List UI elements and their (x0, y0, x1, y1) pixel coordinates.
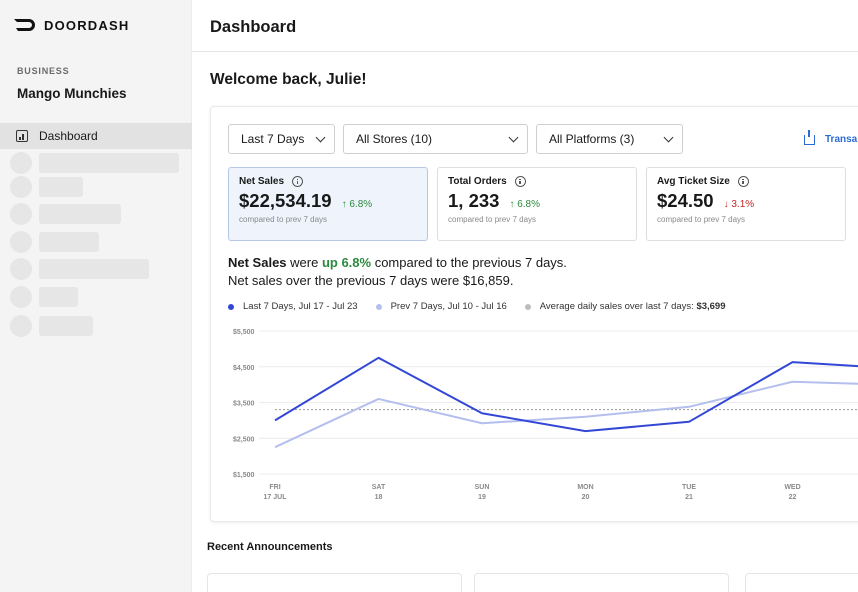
platforms-value: All Platforms (3) (549, 132, 635, 146)
transactions-download-link[interactable]: Transa (804, 129, 858, 145)
sidebar-item-placeholder (10, 315, 93, 337)
app: DOORDASH BUSINESS Mango Munchies Dashboa… (0, 0, 858, 592)
platforms-select[interactable]: All Platforms (3) (536, 124, 683, 154)
x-tick-date: 19 (478, 494, 486, 501)
top-bar: Dashboard (192, 0, 858, 52)
logo-text: DOORDASH (44, 17, 130, 33)
metric-value: $24.50 (657, 190, 714, 211)
transactions-link-label: Transa (825, 134, 858, 145)
metric-subtext: compared to prev 7 days (239, 215, 328, 224)
x-tick-label: SAT (372, 484, 386, 491)
y-tick-label: $2,500 (233, 436, 255, 443)
sidebar-item-label: Dashboard (39, 129, 98, 143)
sales-panel: Last 7 Days All Stores (10) All Platform… (210, 106, 858, 522)
x-tick-date: 18 (375, 494, 383, 501)
chevron-down-icon (508, 132, 519, 143)
x-tick-date: 22 (789, 494, 797, 501)
x-tick-date: 21 (685, 494, 693, 501)
stores-value: All Stores (10) (356, 132, 433, 146)
y-tick-label: $3,500 (233, 401, 255, 408)
sidebar-item-placeholder (10, 258, 149, 280)
x-tick-date: 17 JUL (264, 494, 288, 501)
summary-change: up 6.8% (321, 255, 372, 270)
legend-average-value: $3,699 (696, 301, 726, 312)
x-tick-label: MON (577, 484, 593, 491)
sidebar-item-placeholder (10, 286, 78, 308)
legend-label: Prev 7 Days, Jul 10 - Jul 16 (390, 301, 507, 312)
welcome-heading: Welcome back, Julie! (210, 71, 367, 88)
summary-were: were (286, 255, 322, 270)
chart-legend: Last 7 Days, Jul 17 - Jul 23 Prev 7 Days… (228, 301, 744, 312)
chart-bars-icon (16, 130, 28, 142)
x-tick-label: WED (784, 484, 800, 491)
sales-summary: Net Sales were up 6.8% compared to the p… (228, 254, 567, 290)
series-line-previous (274, 380, 858, 449)
sidebar-item-placeholder (10, 203, 121, 225)
series-line-current (274, 356, 858, 433)
legend-item-average: Average daily sales over last 7 days: $3… (524, 301, 726, 312)
legend-item-previous[interactable]: Prev 7 Days, Jul 10 - Jul 16 (375, 301, 507, 312)
metric-subtext: compared to prev 7 days (657, 215, 746, 224)
business-label: BUSINESS (17, 66, 70, 76)
info-icon[interactable] (514, 176, 526, 187)
date-range-select[interactable]: Last 7 Days (228, 124, 335, 154)
x-tick-label: TUE (682, 484, 696, 491)
announcement-card[interactable] (745, 573, 858, 592)
y-tick-label: $5,500 (233, 329, 255, 336)
summary-rest: compared to the previous 7 days. (371, 255, 567, 270)
page-title: Dashboard (210, 18, 297, 36)
chevron-down-icon (663, 132, 674, 143)
recent-announcements-heading: Recent Announcements (207, 541, 333, 553)
metric-card-total-orders[interactable]: Total Orders 1, 233 ↑ 6.8% compared to p… (437, 167, 637, 241)
sidebar-item-dashboard[interactable]: Dashboard (0, 123, 192, 149)
sidebar-item-placeholder (10, 152, 179, 174)
y-tick-label: $1,500 (233, 472, 255, 479)
business-name[interactable]: Mango Munchies (17, 86, 127, 101)
info-icon[interactable] (292, 176, 304, 187)
sidebar-item-placeholder (10, 231, 99, 253)
legend-item-current[interactable]: Last 7 Days, Jul 17 - Jul 23 (228, 301, 358, 312)
metric-label: Avg Ticket Size (657, 176, 730, 187)
metric-label: Total Orders (448, 176, 507, 187)
metric-label: Net Sales (239, 176, 285, 187)
metric-card-net-sales[interactable]: Net Sales $22,534.19 ↑ 6.8% compared to … (228, 167, 428, 241)
summary-bold: Net Sales (228, 255, 287, 270)
sidebar-item-placeholder (10, 176, 83, 198)
announcement-card[interactable] (474, 573, 729, 592)
metric-change: ↓ 3.1% (723, 199, 755, 210)
stores-select[interactable]: All Stores (10) (343, 124, 528, 154)
metric-subtext: compared to prev 7 days (448, 215, 537, 224)
chevron-down-icon (315, 132, 326, 143)
main-content: Dashboard Welcome back, Julie! Last 7 Da… (192, 0, 858, 592)
download-icon (804, 129, 815, 145)
legend-label: Average daily sales over last 7 days: (539, 301, 694, 312)
y-tick-label: $4,500 (233, 365, 255, 372)
x-tick-date: 20 (582, 494, 590, 501)
metric-change: ↑ 6.8% (509, 199, 541, 210)
info-icon[interactable] (737, 176, 749, 187)
legend-dot (375, 303, 382, 310)
date-range-value: Last 7 Days (241, 132, 305, 146)
net-sales-line-chart: $5,500 $4,500 $3,500 $2,500 $1,500 FRI 17 JUL S… (233, 329, 858, 501)
doordash-logo[interactable]: DOORDASH (14, 17, 129, 33)
metric-card-avg-ticket[interactable]: Avg Ticket Size $24.50 ↓ 3.1% compared t… (646, 167, 846, 241)
legend-label: Last 7 Days, Jul 17 - Jul 23 (243, 301, 358, 312)
metric-value: 1, 233 (448, 190, 500, 211)
x-tick-label: SUN (475, 484, 490, 491)
sidebar: DOORDASH BUSINESS Mango Munchies Dashboa… (0, 0, 192, 592)
legend-dot (524, 303, 531, 310)
legend-dot (228, 303, 234, 310)
metric-change: ↑ 6.8% (341, 199, 373, 210)
doordash-logo-icon (14, 19, 35, 31)
metric-value: $22,534.19 (239, 190, 332, 211)
x-tick-label: FRI (269, 484, 280, 491)
announcement-card[interactable] (207, 573, 462, 592)
summary-line2: Net sales over the previous 7 days were … (228, 273, 514, 288)
